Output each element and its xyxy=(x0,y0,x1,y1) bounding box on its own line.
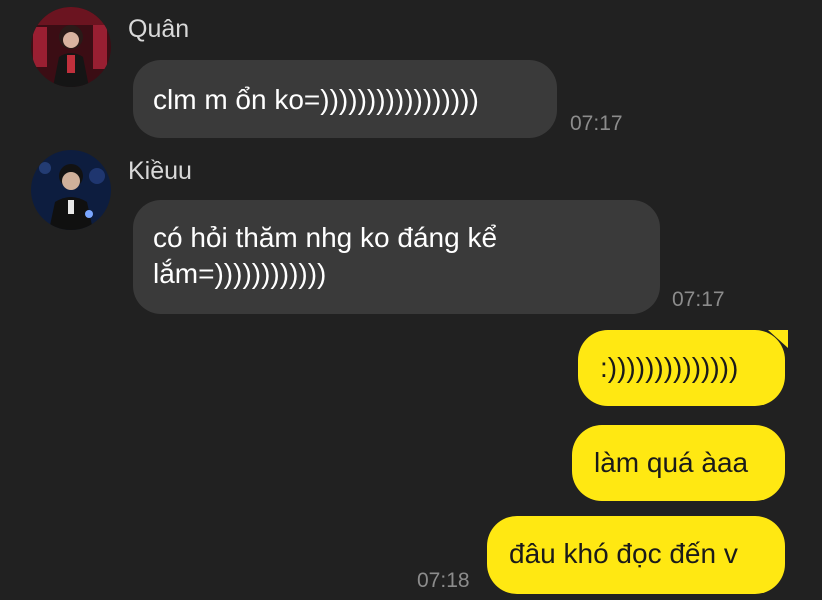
message-text: có hỏi thăm nhg ko đáng kể lắm=)))))))))… xyxy=(153,222,498,289)
avatar-kieuu[interactable] xyxy=(31,150,111,230)
message-bubble-incoming[interactable]: clm m ổn ko=))))))))))))))))) xyxy=(133,60,557,138)
avatar-photo-icon xyxy=(31,7,111,87)
message-bubble-outgoing[interactable]: :)))))))))))))) xyxy=(578,330,785,406)
message-bubble-outgoing[interactable]: đâu khó đọc đến v xyxy=(487,516,785,594)
message-time: 07:17 xyxy=(570,112,623,135)
message-bubble-incoming[interactable]: có hỏi thăm nhg ko đáng kể lắm=)))))))))… xyxy=(133,200,660,314)
avatar-quan[interactable] xyxy=(31,7,111,87)
message-bubble-outgoing[interactable]: làm quá àaa xyxy=(572,425,785,501)
message-text: làm quá àaa xyxy=(594,447,749,478)
bubble-tail-icon xyxy=(768,330,788,348)
message-text: đâu khó đọc đến v xyxy=(509,538,738,569)
sender-name: Kiềuu xyxy=(128,157,192,185)
message-time: 07:18 xyxy=(417,569,470,592)
avatar-photo-icon xyxy=(31,150,111,230)
message-time: 07:17 xyxy=(672,288,725,311)
message-text: :)))))))))))))) xyxy=(600,352,739,383)
message-text: clm m ổn ko=))))))))))))))))) xyxy=(153,84,479,115)
sender-name: Quân xyxy=(128,15,190,43)
